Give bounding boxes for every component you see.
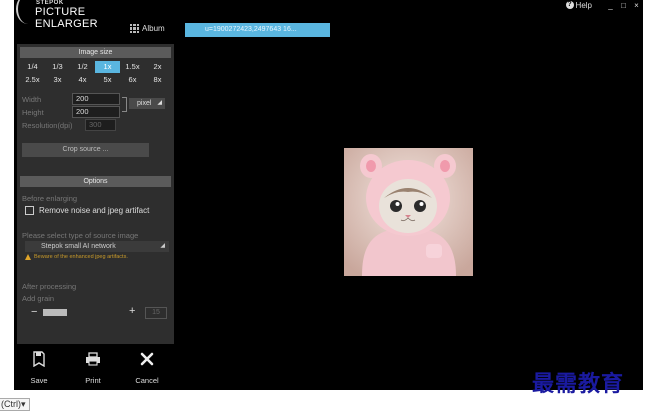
help-button[interactable]: ? Help [565, 0, 592, 10]
window-controls: ? Help _ □ × [565, 0, 643, 10]
grain-slider: − + 15 [25, 305, 170, 319]
watermark-text: 最需教育 [532, 371, 625, 397]
grain-decrease-button[interactable]: − [31, 306, 37, 318]
source-type-select[interactable]: Stepok small AI network ◢ [25, 241, 169, 252]
image-size-header: Image size [20, 47, 171, 58]
size-option[interactable]: 1.5x [120, 61, 145, 73]
settings-panel: Image size 1/4 1/3 1/2 1x 1.5x 2x 2.5x 3… [17, 44, 174, 344]
title-bar: STEPOK PICTURE ENLARGER Album u=19002724… [14, 0, 643, 42]
add-grain-label: Add grain [22, 294, 55, 303]
close-x-icon [127, 350, 167, 368]
logo-brand-name: PICTURE ENLARGER [35, 6, 98, 30]
dropdown-arrow-icon: ◢ [160, 243, 165, 249]
unit-select[interactable]: pixel ◢ [129, 98, 165, 109]
resolution-label: Resolution(dpi) [22, 121, 73, 130]
album-label: Album [142, 24, 165, 33]
grid-icon [130, 24, 139, 33]
source-type-value: Stepok small AI network [41, 243, 116, 250]
help-label: Help [575, 0, 592, 10]
remove-noise-label: Remove noise and jpeg artifact [39, 206, 150, 215]
print-button[interactable]: Print [73, 350, 113, 385]
crop-source-button[interactable]: Crop source ... [22, 143, 149, 157]
save-icon [19, 350, 59, 368]
minimize-button[interactable]: _ [604, 1, 617, 10]
jpeg-warning: Beware of the enhanced jpeg artifacts. [25, 254, 128, 260]
app-window: STEPOK PICTURE ENLARGER Album u=19002724… [14, 0, 643, 390]
checkbox-icon [25, 206, 34, 215]
grain-slider-handle[interactable] [43, 309, 67, 316]
cancel-label: Cancel [135, 376, 159, 385]
close-button[interactable]: × [630, 1, 643, 10]
maximize-button[interactable]: □ [617, 1, 630, 10]
size-option[interactable]: 6x [120, 74, 145, 86]
warning-icon [25, 254, 31, 260]
cancel-button[interactable]: Cancel [127, 350, 167, 385]
save-label: Save [30, 376, 48, 385]
grain-increase-button[interactable]: + [129, 305, 135, 317]
resolution-input[interactable]: 300 [85, 119, 116, 131]
size-option[interactable]: 1/4 [20, 61, 45, 73]
height-input[interactable]: 200 [72, 106, 120, 118]
printer-icon [73, 350, 113, 368]
size-option[interactable]: 8x [145, 74, 170, 86]
save-button[interactable]: Save [19, 350, 59, 385]
width-label: Width [22, 95, 42, 104]
help-icon: ? [565, 1, 574, 9]
source-type-label: Please select type of source image [22, 231, 139, 240]
filename-tab[interactable]: u=1900272423,2497643 16... [185, 23, 330, 37]
ctrl-paste-tag[interactable]: (Ctrl)▾ [0, 398, 30, 411]
size-option-selected[interactable]: 1x [95, 61, 120, 73]
album-button[interactable]: Album [130, 24, 165, 33]
unit-value: pixel [137, 100, 152, 107]
width-input[interactable]: 200 [72, 93, 120, 105]
size-option[interactable]: 2x [145, 61, 170, 73]
size-option[interactable]: 3x [45, 74, 70, 86]
cat-photo [344, 148, 473, 276]
height-label: Height [22, 108, 44, 117]
action-bar: Save Print Cancel [14, 346, 174, 390]
aspect-link-bracket[interactable] [122, 97, 127, 112]
options-header: Options [20, 176, 171, 187]
size-option[interactable]: 4x [70, 74, 95, 86]
grain-value-input[interactable]: 15 [145, 307, 167, 319]
after-processing-label: After processing [22, 282, 77, 291]
size-grid: 1/4 1/3 1/2 1x 1.5x 2x 2.5x 3x 4x 5x 6x … [20, 61, 171, 87]
app-logo: STEPOK PICTURE ENLARGER [14, 0, 144, 30]
size-option[interactable]: 1/2 [70, 61, 95, 73]
dropdown-arrow-icon: ◢ [157, 100, 162, 106]
print-label: Print [85, 376, 101, 385]
size-option[interactable]: 5x [95, 74, 120, 86]
size-option[interactable]: 1/3 [45, 61, 70, 73]
remove-noise-checkbox[interactable]: Remove noise and jpeg artifact [25, 206, 149, 215]
before-enlarging-label: Before enlarging [22, 194, 78, 203]
warning-text: Beware of the enhanced jpeg artifacts. [34, 254, 128, 260]
size-option[interactable]: 2.5x [20, 74, 45, 86]
preview-canvas [174, 42, 643, 390]
